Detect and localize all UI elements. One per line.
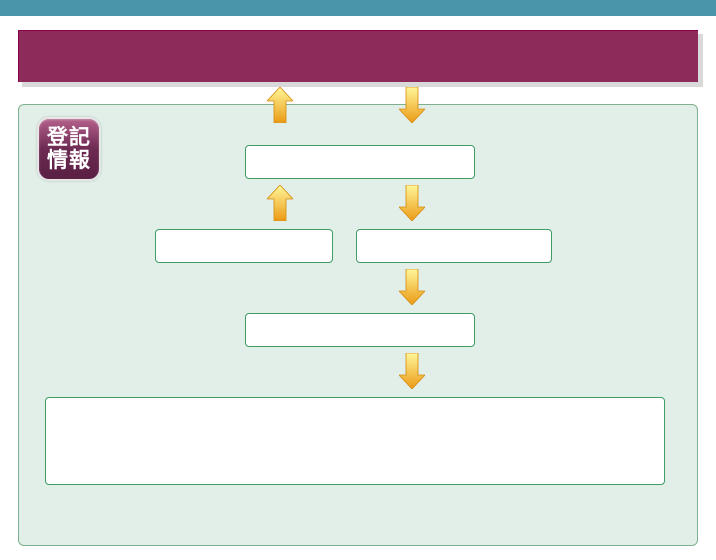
flow-box-1 [245,145,475,179]
top-accent-bar [0,0,716,16]
arrow-up-icon [267,185,293,221]
flow-box-2 [155,229,333,263]
flow-box-4 [245,313,475,347]
arrow-down-icon [399,185,425,221]
diagram-panel: 登記 情報 [18,104,698,546]
logo-badge: 登記 情報 [37,117,101,181]
logo-line1: 登記 [47,126,91,149]
flow-box-3 [356,229,552,263]
flow-box-5 [45,397,665,485]
arrow-up-icon [267,87,293,123]
logo-line2: 情報 [47,149,91,172]
arrow-down-icon [399,269,425,305]
arrow-down-icon [399,353,425,389]
arrow-down-icon [399,87,425,123]
title-band [18,30,698,82]
